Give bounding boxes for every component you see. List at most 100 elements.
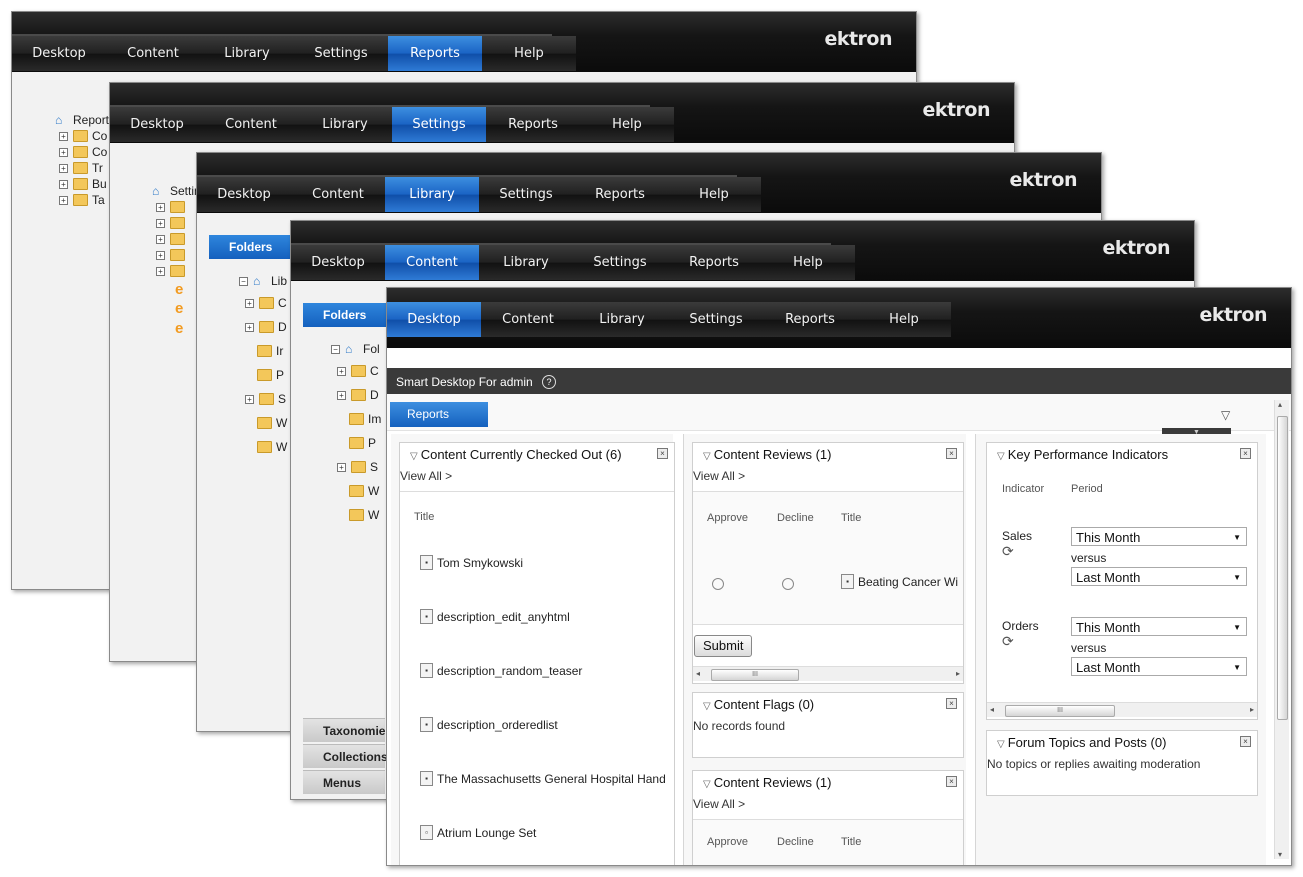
tree-node[interactable]: Ir (257, 343, 287, 359)
expand-icon[interactable]: + (156, 234, 165, 244)
menus-tab[interactable]: Menus (303, 770, 385, 794)
collapse-icon[interactable]: − (239, 276, 248, 286)
tree-root[interactable]: ⌂ Reports (55, 112, 115, 128)
filter-icon[interactable]: ▽ (1221, 408, 1230, 422)
sales-compare-select[interactable]: Last Month ▼ (1071, 567, 1247, 586)
nav-content[interactable]: Content (204, 107, 298, 142)
orders-period-select[interactable]: This Month ▼ (1071, 617, 1247, 636)
tree-node[interactable]: + Bu (59, 176, 115, 192)
tree-node[interactable]: + Co (59, 128, 115, 144)
scrollbar-thumb[interactable] (1277, 416, 1288, 720)
orders-compare-select[interactable]: Last Month ▼ (1071, 657, 1247, 676)
nav-library[interactable]: Library (479, 245, 573, 280)
close-icon[interactable]: × (946, 698, 957, 709)
nav-desktop[interactable]: Desktop (291, 245, 385, 280)
nav-settings[interactable]: Settings (573, 245, 667, 280)
nav-reports[interactable]: Reports (667, 245, 761, 280)
nav-library[interactable]: Library (200, 36, 294, 71)
tree-node[interactable]: + D (337, 387, 381, 403)
taxonomies-tab[interactable]: Taxonomie (303, 718, 385, 742)
list-item[interactable]: ▪ description_random_teaser (420, 663, 582, 678)
tree-node[interactable]: W (257, 415, 287, 431)
scroll-left-icon[interactable]: ◂ (696, 667, 700, 681)
nav-settings[interactable]: Settings (669, 302, 763, 337)
nav-settings[interactable]: Settings (294, 36, 388, 71)
close-icon[interactable]: × (946, 448, 957, 459)
close-icon[interactable]: × (1240, 736, 1251, 747)
expand-icon[interactable]: + (337, 366, 346, 376)
expand-icon[interactable]: + (156, 202, 165, 212)
expand-icon[interactable]: + (59, 147, 68, 157)
expand-icon[interactable]: + (59, 179, 68, 189)
tree-node[interactable]: + Co (59, 144, 115, 160)
nav-desktop[interactable]: Desktop (12, 36, 106, 71)
expand-icon[interactable]: + (337, 462, 346, 472)
expand-icon[interactable]: + (59, 131, 68, 141)
scrollbar-thumb[interactable]: III (711, 669, 799, 681)
tree-root[interactable]: − ⌂ Lib (239, 273, 287, 289)
submit-button[interactable]: Submit (694, 635, 753, 657)
close-icon[interactable]: × (946, 776, 957, 787)
expand-icon[interactable]: + (245, 394, 254, 404)
nav-content[interactable]: Content (481, 302, 575, 337)
tree-node[interactable]: W (257, 439, 287, 455)
help-icon[interactable]: ? (542, 375, 557, 389)
close-icon[interactable]: × (657, 448, 668, 459)
horizontal-scrollbar[interactable]: ◂ III ▸ (693, 666, 963, 681)
tree-node[interactable]: + Tr (59, 160, 115, 176)
view-all-link[interactable]: View All > (693, 797, 745, 811)
refresh-icon[interactable]: ⟳ (1002, 543, 1014, 560)
nav-help[interactable]: Help (761, 245, 855, 280)
nav-desktop[interactable]: Desktop (110, 107, 204, 142)
sales-period-select[interactable]: This Month ▼ (1071, 527, 1247, 546)
decline-radio[interactable] (782, 578, 794, 590)
tree-node[interactable]: + C (337, 363, 381, 379)
tree-root[interactable]: − ⌂ Fol (331, 341, 381, 357)
scrollbar-thumb[interactable]: III (1005, 705, 1115, 717)
collapse-arrow-icon[interactable]: ▽ (997, 739, 1005, 750)
review-row-title[interactable]: ▪ Beating Cancer Wi (841, 574, 958, 589)
nav-settings[interactable]: Settings (392, 107, 486, 142)
collapse-arrow-icon[interactable]: ▽ (703, 779, 711, 790)
nav-desktop[interactable]: Desktop (387, 302, 481, 337)
nav-library[interactable]: Library (575, 302, 669, 337)
tree-node[interactable]: P (257, 367, 287, 383)
tree-node[interactable]: + S (245, 391, 287, 407)
nav-library[interactable]: Library (298, 107, 392, 142)
scroll-left-icon[interactable]: ◂ (990, 703, 994, 717)
expand-icon[interactable]: + (156, 250, 165, 260)
scroll-right-icon[interactable]: ▸ (1250, 703, 1254, 717)
collapse-arrow-icon[interactable]: ▽ (703, 701, 711, 712)
view-all-link[interactable]: View All > (693, 469, 745, 483)
nav-content[interactable]: Content (385, 245, 479, 280)
nav-library[interactable]: Library (385, 177, 479, 212)
tree-node[interactable]: Im (349, 411, 381, 427)
vertical-scrollbar[interactable]: ▴ ▾ (1274, 400, 1289, 859)
tree-node[interactable]: + Ta (59, 192, 115, 208)
expand-icon[interactable]: + (59, 163, 68, 173)
nav-reports[interactable]: Reports (763, 302, 857, 337)
nav-help[interactable]: Help (667, 177, 761, 212)
list-item[interactable]: ▪ description_orderedlist (420, 717, 558, 732)
expand-icon[interactable]: + (245, 322, 254, 332)
expand-icon[interactable]: + (156, 218, 165, 228)
expand-icon[interactable]: + (156, 266, 165, 276)
tree-node[interactable]: + S (337, 459, 381, 475)
tree-node[interactable]: + D (245, 319, 287, 335)
close-icon[interactable]: × (1240, 448, 1251, 459)
nav-settings[interactable]: Settings (479, 177, 573, 212)
nav-reports[interactable]: Reports (388, 36, 482, 71)
refresh-icon[interactable]: ⟳ (1002, 633, 1014, 650)
nav-help[interactable]: Help (482, 36, 576, 71)
nav-help[interactable]: Help (580, 107, 674, 142)
nav-reports[interactable]: Reports (486, 107, 580, 142)
horizontal-scrollbar[interactable]: ◂ III ▸ (987, 702, 1257, 717)
list-item[interactable]: ▫ Atrium Lounge Set (420, 825, 536, 840)
list-item[interactable]: ▪ Tom Smykowski (420, 555, 523, 570)
nav-content[interactable]: Content (291, 177, 385, 212)
nav-content[interactable]: Content (106, 36, 200, 71)
tree-node[interactable]: + C (245, 295, 287, 311)
tree-node[interactable]: W (349, 507, 381, 523)
list-item[interactable]: ▪ description_edit_anyhtml (420, 609, 570, 624)
tree-node[interactable]: W (349, 483, 381, 499)
